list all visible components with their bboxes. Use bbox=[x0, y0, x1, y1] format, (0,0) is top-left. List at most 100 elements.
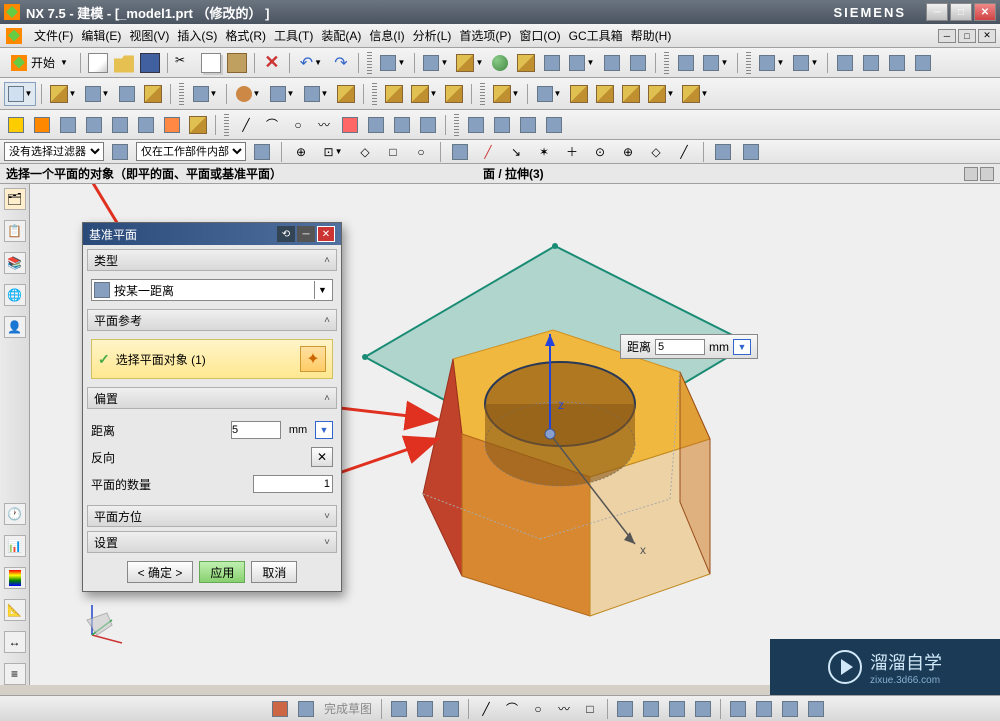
cut-button[interactable]: ✂ bbox=[173, 51, 197, 75]
ff1[interactable] bbox=[108, 140, 132, 164]
rb-part[interactable]: 📋 bbox=[4, 220, 26, 242]
delete-button[interactable]: ✕ bbox=[260, 51, 284, 75]
new-button[interactable] bbox=[86, 51, 110, 75]
layer-button[interactable] bbox=[600, 51, 624, 75]
menu-format[interactable]: 格式(R) bbox=[221, 25, 270, 46]
chamfer-button[interactable]: ▼ bbox=[408, 82, 440, 106]
rb-web[interactable]: 🌐 bbox=[4, 284, 26, 306]
mdi-restore[interactable]: □ bbox=[958, 29, 976, 43]
shell-button[interactable] bbox=[334, 82, 358, 106]
datum-plane-button[interactable]: ▼ bbox=[4, 82, 36, 106]
snap4[interactable]: □ bbox=[381, 140, 405, 164]
close-button[interactable]: ✕ bbox=[974, 3, 996, 21]
sweep-button[interactable]: ▼ bbox=[533, 82, 565, 106]
mirror-button[interactable] bbox=[619, 82, 643, 106]
menu-assembly[interactable]: 装配(A) bbox=[317, 25, 365, 46]
bb9[interactable]: 〰 bbox=[552, 697, 576, 721]
apply-button[interactable]: 应用 bbox=[199, 561, 245, 583]
revolve-button[interactable]: ▼ bbox=[81, 82, 113, 106]
text-button[interactable] bbox=[416, 113, 440, 137]
blend-button[interactable] bbox=[382, 82, 406, 106]
sn8[interactable]: ◇ bbox=[644, 140, 668, 164]
layout-button[interactable]: ▼ bbox=[566, 51, 598, 75]
extra3-button[interactable] bbox=[885, 51, 909, 75]
bb10[interactable]: □ bbox=[578, 697, 602, 721]
scale-button[interactable]: ▼ bbox=[645, 82, 677, 106]
dialog-titlebar[interactable]: 基准平面 ⟲ ─ ✕ bbox=[83, 223, 341, 245]
undo-button[interactable]: ↶▼ bbox=[295, 51, 327, 75]
rb-clock[interactable]: 🕐 bbox=[4, 503, 26, 525]
distance-dropdown[interactable]: ▼ bbox=[315, 421, 333, 439]
type-filter[interactable]: 没有选择过滤器 bbox=[4, 142, 104, 161]
curve2-button[interactable] bbox=[30, 113, 54, 137]
bb18[interactable] bbox=[804, 697, 828, 721]
sn3[interactable]: ↘ bbox=[504, 140, 528, 164]
pattern-button[interactable]: ▼ bbox=[189, 82, 221, 106]
sn5[interactable]: ＋ bbox=[560, 140, 584, 164]
snap1[interactable]: ⊕ bbox=[289, 140, 313, 164]
sn11[interactable] bbox=[739, 140, 763, 164]
assy2-button[interactable]: ▼ bbox=[700, 51, 732, 75]
count-input[interactable] bbox=[253, 475, 333, 493]
snap2[interactable]: ⊡▼ bbox=[317, 140, 349, 164]
extrude-button[interactable]: ▼ bbox=[47, 82, 79, 106]
bb16[interactable] bbox=[752, 697, 776, 721]
open-button[interactable] bbox=[112, 51, 136, 75]
bb11[interactable] bbox=[613, 697, 637, 721]
redo-button[interactable]: ↷ bbox=[329, 51, 353, 75]
scope-filter[interactable]: 仅在工作部件内部 bbox=[136, 142, 246, 161]
menu-edit[interactable]: 编辑(E) bbox=[77, 25, 125, 46]
menu-insert[interactable]: 插入(S) bbox=[173, 25, 221, 46]
pb1[interactable] bbox=[964, 167, 978, 181]
float-value-input[interactable] bbox=[655, 339, 705, 355]
unite-button[interactable]: ▼ bbox=[232, 82, 264, 106]
sn7[interactable]: ⊕ bbox=[616, 140, 640, 164]
menu-tools[interactable]: 工具(T) bbox=[270, 25, 317, 46]
curve4-button[interactable] bbox=[82, 113, 106, 137]
dialog-minimize[interactable]: ─ bbox=[297, 226, 315, 242]
bb5[interactable] bbox=[439, 697, 463, 721]
rb-roles[interactable]: 👤 bbox=[4, 316, 26, 338]
ff2[interactable] bbox=[250, 140, 274, 164]
bb7[interactable]: ⌒ bbox=[500, 697, 524, 721]
bb3[interactable] bbox=[387, 697, 411, 721]
snap5[interactable]: ○ bbox=[409, 140, 433, 164]
line-button[interactable]: ╱ bbox=[234, 113, 258, 137]
distance-float-label[interactable]: 距离 mm ▼ bbox=[620, 334, 758, 359]
assy1-button[interactable] bbox=[674, 51, 698, 75]
ref-section-header[interactable]: 平面参考 ˄ bbox=[87, 309, 337, 331]
menu-help[interactable]: 帮助(H) bbox=[627, 25, 676, 46]
rb-navigator[interactable]: 🗂 bbox=[4, 188, 26, 210]
thicken-button[interactable] bbox=[567, 82, 591, 106]
offset-button[interactable] bbox=[593, 82, 617, 106]
hole-button[interactable] bbox=[115, 82, 139, 106]
bb8[interactable]: ○ bbox=[526, 697, 550, 721]
type-section-header[interactable]: 类型 ˄ bbox=[87, 249, 337, 271]
analyze-button[interactable]: ▼ bbox=[790, 51, 822, 75]
sn9[interactable]: ╱ bbox=[672, 140, 696, 164]
bb13[interactable] bbox=[665, 697, 689, 721]
s3-button[interactable] bbox=[516, 113, 540, 137]
menu-preferences[interactable]: 首选项(P) bbox=[455, 25, 515, 46]
menu-window[interactable]: 窗口(O) bbox=[515, 25, 564, 46]
helix-button[interactable] bbox=[364, 113, 388, 137]
dialog-pin[interactable]: ⟲ bbox=[277, 226, 295, 242]
rect-button[interactable] bbox=[390, 113, 414, 137]
render-button[interactable]: ▼ bbox=[454, 51, 486, 75]
extra4-button[interactable] bbox=[911, 51, 935, 75]
measure-button[interactable]: ▼ bbox=[756, 51, 788, 75]
dialog-close[interactable]: ✕ bbox=[317, 226, 335, 242]
menu-gctoolbox[interactable]: GC工具箱 bbox=[565, 25, 627, 46]
wrap-button[interactable]: ▼ bbox=[679, 82, 711, 106]
draft-button[interactable] bbox=[442, 82, 466, 106]
menu-info[interactable]: 信息(I) bbox=[365, 25, 408, 46]
s4-button[interactable] bbox=[542, 113, 566, 137]
view-button[interactable] bbox=[540, 51, 564, 75]
bb2[interactable] bbox=[294, 697, 318, 721]
curve5-button[interactable] bbox=[108, 113, 132, 137]
wire-button[interactable] bbox=[514, 51, 538, 75]
start-button[interactable]: 开始 ▼ bbox=[4, 51, 75, 74]
arc-button[interactable]: ⌒ bbox=[260, 113, 284, 137]
s2-button[interactable] bbox=[490, 113, 514, 137]
bb14[interactable] bbox=[691, 697, 715, 721]
